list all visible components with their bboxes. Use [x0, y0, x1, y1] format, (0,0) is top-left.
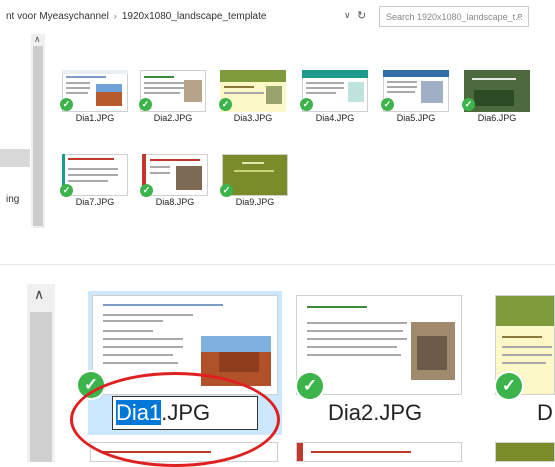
check-icon: ✓ — [220, 184, 233, 197]
check-icon: ✓ — [381, 98, 394, 111]
nav-item-label[interactable]: ing — [6, 194, 19, 205]
file-name[interactable]: D — [537, 400, 553, 426]
file-name[interactable]: Dia6.JPG — [457, 113, 537, 123]
section-divider — [0, 264, 555, 265]
check-icon: ✓ — [219, 98, 232, 111]
file-name[interactable]: Dia1.JPG — [55, 113, 135, 123]
file-name[interactable]: Dia2.JPG — [133, 113, 213, 123]
check-icon: ✓ — [300, 98, 313, 111]
check-icon: ✓ — [297, 373, 323, 399]
file-name[interactable]: Dia2.JPG — [328, 400, 422, 426]
thumbnail-image-dia8-zoomed — [296, 442, 462, 462]
search-icon[interactable]: ⌕ — [517, 10, 523, 23]
file-name[interactable]: Dia8.JPG — [135, 197, 215, 207]
search-placeholder: Search 1920x1080_landscape_t... — [386, 12, 523, 22]
breadcrumb[interactable]: nt voor Myeasychannel › 1920x1080_landscap… — [6, 11, 266, 22]
scrollbar-thumb[interactable] — [33, 46, 43, 226]
file-name[interactable]: Dia7.JPG — [55, 197, 135, 207]
breadcrumb-parent[interactable]: nt voor Myeasychannel — [6, 11, 109, 22]
scroll-up-icon[interactable]: ∧ — [34, 286, 44, 303]
check-icon: ✓ — [60, 98, 73, 111]
check-icon: ✓ — [60, 184, 73, 197]
check-icon: ✓ — [462, 98, 475, 111]
scrollbar-thumb[interactable] — [30, 312, 52, 462]
breadcrumb-separator-icon: › — [113, 11, 117, 21]
file-name[interactable]: Dia3.JPG — [213, 113, 293, 123]
scroll-up-icon[interactable]: ∧ — [34, 34, 41, 45]
address-bar: nt voor Myeasychannel › 1920x1080_landscap… — [0, 0, 555, 34]
breadcrumb-folder[interactable]: 1920x1080_landscape_template — [122, 11, 267, 22]
check-icon: ✓ — [496, 373, 522, 399]
check-icon: ✓ — [139, 98, 152, 111]
vertical-scrollbar[interactable]: ∧ — [31, 34, 45, 228]
file-name[interactable]: Dia5.JPG — [376, 113, 456, 123]
nav-item-selected[interactable] — [0, 149, 30, 167]
check-icon: ✓ — [140, 184, 153, 197]
chevron-down-icon[interactable]: ∨ — [344, 10, 351, 21]
file-name[interactable]: Dia9.JPG — [215, 197, 295, 207]
search-input[interactable]: Search 1920x1080_landscape_t... ⌕ — [379, 6, 529, 27]
annotation-circle — [70, 372, 280, 467]
file-name[interactable]: Dia4.JPG — [295, 113, 375, 123]
thumbnail-image-dia9-zoomed — [495, 442, 555, 462]
refresh-icon[interactable]: ↻ — [357, 9, 366, 22]
vertical-scrollbar-zoomed[interactable]: ∧ — [27, 284, 55, 462]
